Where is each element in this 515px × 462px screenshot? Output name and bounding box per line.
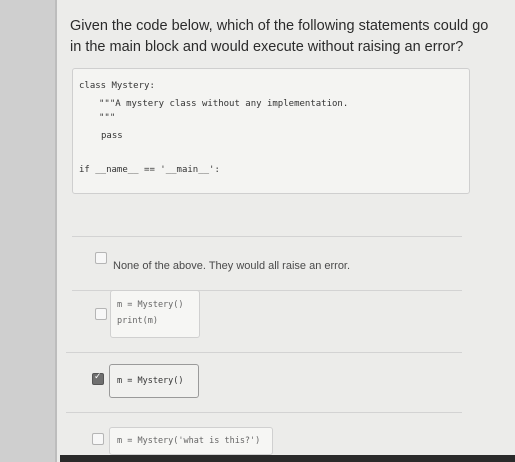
question-text: Given the code below, which of the follo… [70, 18, 489, 55]
option-label: None of the above. They would all raise … [113, 260, 351, 272]
code-line: print(m) [117, 316, 158, 326]
code-line: """ [99, 113, 116, 123]
option-mystery-print[interactable]: m = Mystery() print(m) [95, 288, 215, 340]
option-checkbox[interactable] [95, 252, 107, 264]
option-checkbox-checked[interactable] [92, 372, 104, 385]
code-block: class Mystery: """A mystery class withou… [72, 68, 470, 194]
option-code: m = Mystery() print(m) [110, 290, 200, 338]
screen-border [55, 0, 57, 462]
code-line: class Mystery: [79, 81, 155, 91]
code-line: m = Mystery('what is this?') [117, 436, 261, 446]
code-line: m = Mystery() [117, 376, 184, 386]
bottom-bar [60, 455, 515, 462]
option-mystery-instance[interactable]: m = Mystery() [92, 362, 202, 400]
code-line: m = Mystery() [117, 300, 184, 310]
code-line: pass [101, 131, 123, 141]
code-line: if __name__ == '__main__': [79, 165, 220, 175]
code-line: """A mystery class without any implement… [99, 99, 349, 109]
option-mystery-string[interactable]: m = Mystery('what is this?') [92, 425, 282, 455]
divider [72, 236, 462, 237]
option-code: m = Mystery('what is this?') [109, 427, 273, 455]
option-code: m = Mystery() [109, 364, 199, 398]
option-checkbox[interactable] [92, 433, 104, 445]
option-checkbox[interactable] [95, 308, 107, 320]
divider [66, 352, 462, 353]
option-none-of-above[interactable]: None of the above. They would all raise … [95, 250, 465, 274]
divider [66, 412, 462, 413]
